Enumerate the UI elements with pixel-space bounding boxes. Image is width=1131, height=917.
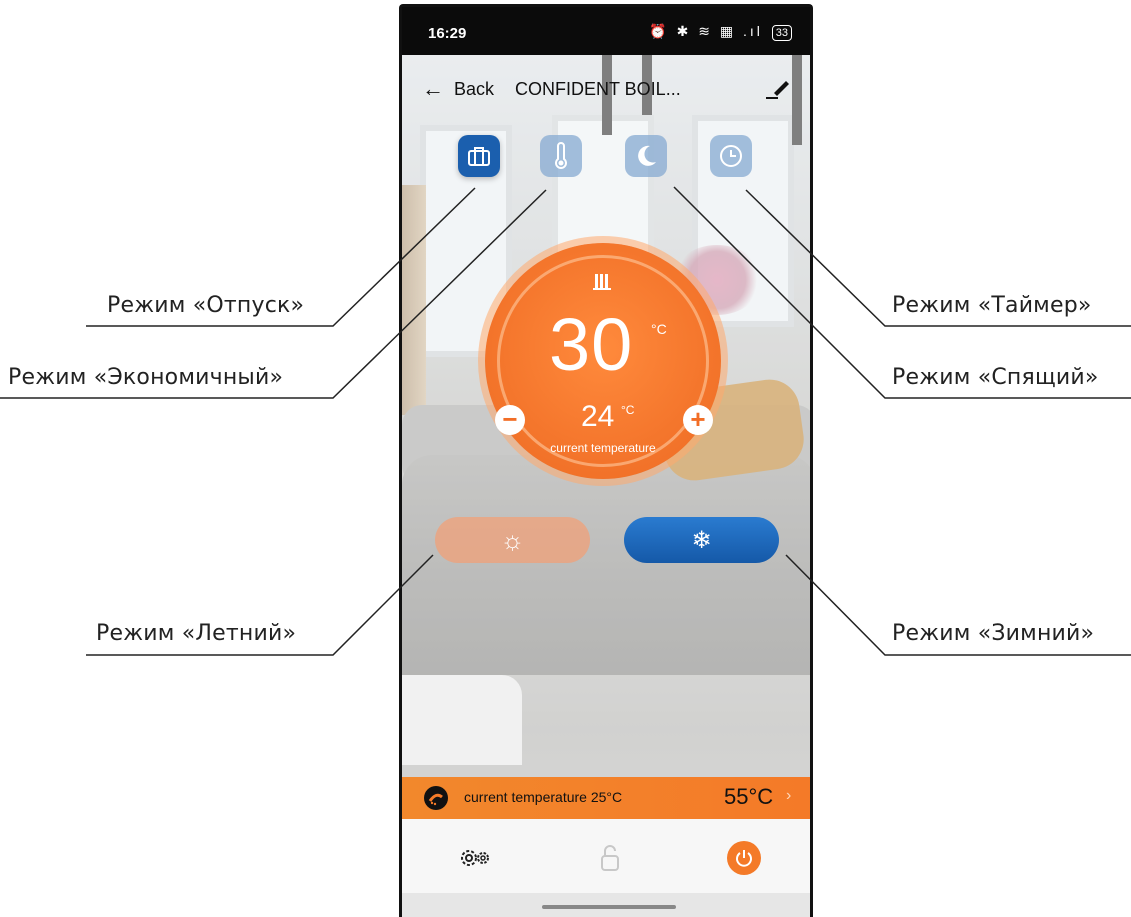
status-bar: 16:29 ⏰ ✱ ≋ ▦ .ıl 33 [402,7,810,55]
mode-economy-button[interactable] [540,135,582,177]
current-temperature-unit: °C [621,403,635,417]
clock-icon [720,145,742,167]
home-indicator[interactable] [542,905,676,909]
snowflake-icon: ❄ [691,526,712,554]
callout-timer: Режим «Таймер» [892,293,1092,318]
unlock-icon [601,845,619,871]
status-time: 16:29 [428,25,467,42]
gesture-bar-area [402,893,810,917]
battery-icon: 33 [771,25,792,41]
shower-icon [424,786,448,810]
phone-frame: 16:29 ⏰ ✱ ≋ ▦ .ıl 33 ← Back CONFIDENT BO… [399,4,813,917]
gears-icon [461,850,489,866]
callout-vacation: Режим «Отпуск» [107,293,305,318]
back-button[interactable]: Back [454,79,494,100]
hot-water-caption: current temperature 25°C [464,789,623,805]
back-arrow-icon[interactable]: ← [422,76,444,102]
callout-sleep: Режим «Спящий» [892,365,1099,390]
thermometer-icon [555,142,567,169]
summer-mode-button[interactable]: ☼ [435,517,590,563]
app-header: ← Back CONFIDENT BOIL... [402,55,810,125]
setpoint-unit: °C [651,321,667,337]
temperature-dial[interactable]: 30 °C 24 °C current temperature − + [485,243,721,479]
lock-button[interactable] [593,841,627,875]
winter-mode-button[interactable]: ❄ [624,517,779,563]
status-icon-group: ⏰ ✱ ≋ ▦ .ıl [649,23,763,39]
power-button[interactable] [727,841,761,875]
decrease-temperature-button[interactable]: − [495,405,525,435]
increase-temperature-button[interactable]: + [683,405,713,435]
mode-timer-button[interactable] [710,135,752,177]
current-temperature-caption: current temperature [550,441,656,455]
setpoint-temperature: 30 [549,303,634,386]
radiator-icon [593,274,611,290]
edit-icon[interactable] [764,73,792,101]
callout-winter: Режим «Зимний» [892,621,1095,646]
hot-water-value: 55°C [724,784,774,809]
status-icons: ⏰ ✱ ≋ ▦ .ıl 33 [649,23,792,41]
callout-economy: Режим «Экономичный» [8,365,284,390]
settings-button[interactable] [458,841,492,875]
mode-sleep-button[interactable] [625,135,667,177]
mode-vacation-button[interactable] [458,135,500,177]
suitcase-icon [468,147,490,166]
sun-icon: ☼ [500,524,525,555]
device-title: CONFIDENT BOIL... [515,79,681,99]
chevron-right-icon[interactable]: › [786,787,791,805]
moon-icon [638,145,656,166]
bottom-nav [402,819,810,893]
callout-summer: Режим «Летний» [96,621,297,646]
app-screen: ← Back CONFIDENT BOIL... 30 °C 24 °C cur… [402,55,810,917]
power-icon [736,850,752,867]
hot-water-bar[interactable]: current temperature 25°C 55°C › [402,777,810,819]
current-temperature: 24 [581,400,615,433]
